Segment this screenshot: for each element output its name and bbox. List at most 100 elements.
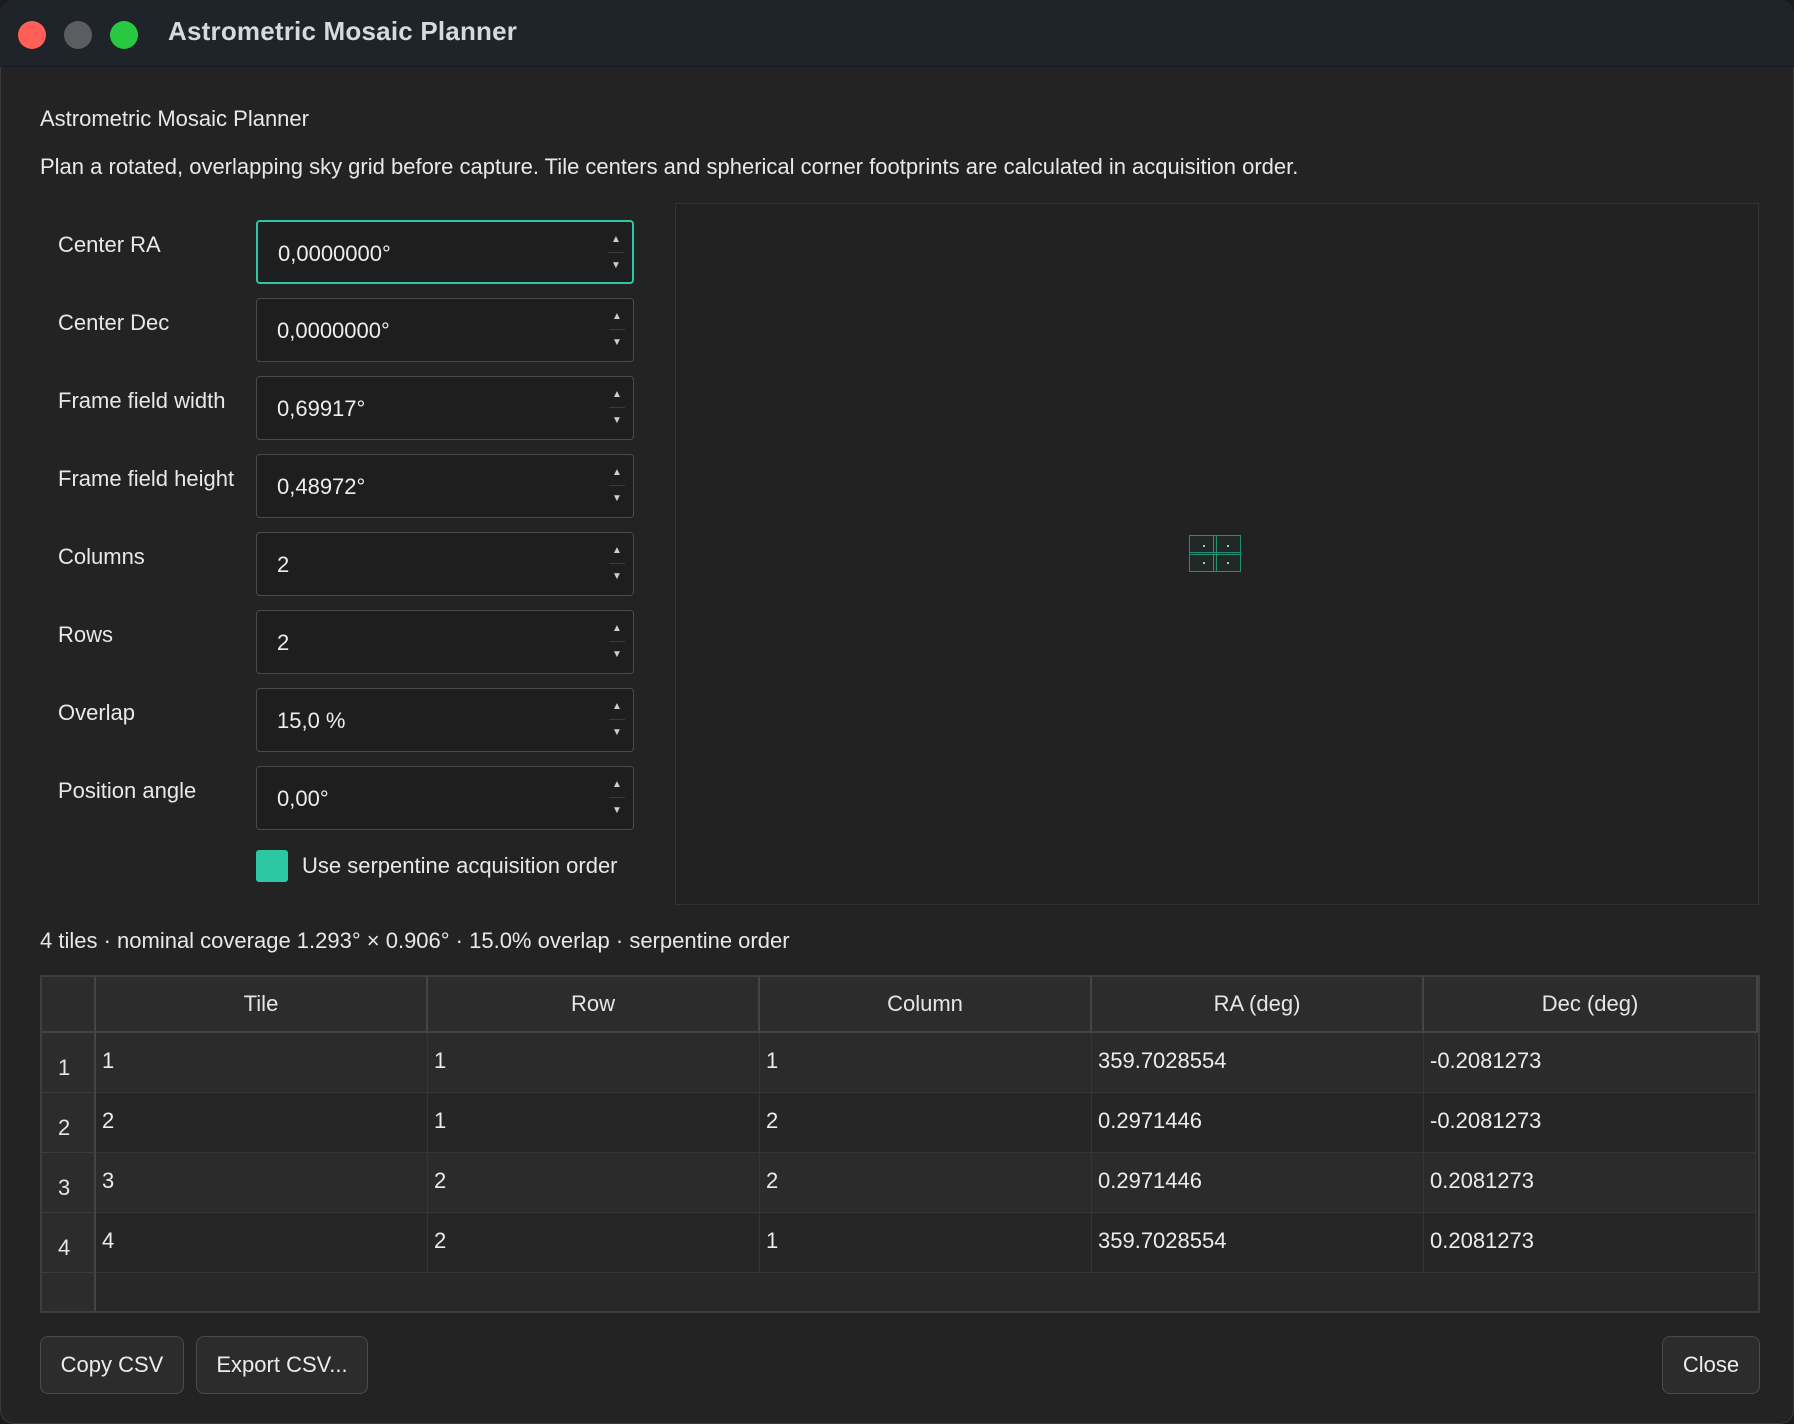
- table-row[interactable]: 1 1 1 359.7028554 -0.2081273: [96, 1033, 1756, 1093]
- table-row[interactable]: 2 1 2 0.2971446 -0.2081273: [96, 1093, 1756, 1153]
- cell-row[interactable]: 1: [428, 1093, 760, 1153]
- row-header[interactable]: 2: [42, 1093, 96, 1153]
- row-header[interactable]: 3: [42, 1153, 96, 1213]
- decrement-arrow-icon[interactable]: ▼: [607, 565, 627, 589]
- cell-dec[interactable]: 0.2081273: [1424, 1153, 1756, 1213]
- stepper-divider: [608, 252, 624, 253]
- cell-column[interactable]: 2: [760, 1093, 1092, 1153]
- cell-ra[interactable]: 0.2971446: [1092, 1093, 1424, 1153]
- increment-arrow-icon[interactable]: ▲: [606, 228, 626, 252]
- cell-dec[interactable]: -0.2081273: [1424, 1033, 1756, 1093]
- decrement-arrow-icon[interactable]: ▼: [607, 643, 627, 667]
- cell-tile[interactable]: 2: [96, 1093, 428, 1153]
- frame-height-spinbox[interactable]: 0,48972° ▲ ▼: [256, 454, 634, 518]
- columns-label: Columns: [58, 544, 145, 569]
- position-angle-label: Position angle: [58, 778, 197, 803]
- row-header-label: 1: [58, 1055, 71, 1080]
- column-header-row[interactable]: Row: [428, 977, 760, 1033]
- column-header-tile[interactable]: Tile: [96, 977, 428, 1033]
- columns-spinbox[interactable]: 2 ▲ ▼: [256, 532, 634, 596]
- increment-arrow-icon[interactable]: ▲: [607, 305, 627, 329]
- tile-center-dot: [1203, 562, 1205, 564]
- cell-tile[interactable]: 1: [96, 1033, 428, 1093]
- frame-height-value[interactable]: 0,48972°: [277, 474, 365, 500]
- cell-ra[interactable]: 0.2971446: [1092, 1153, 1424, 1213]
- decrement-arrow-icon[interactable]: ▼: [607, 721, 627, 745]
- columns-stepper[interactable]: ▲ ▼: [607, 539, 627, 589]
- position-angle-value[interactable]: 0,00°: [277, 786, 329, 812]
- mosaic-preview-canvas[interactable]: [675, 203, 1759, 905]
- table-row[interactable]: 3 2 2 0.2971446 0.2081273: [96, 1153, 1756, 1213]
- center-dec-value[interactable]: 0,0000000°: [277, 318, 390, 344]
- cell-column[interactable]: 2: [760, 1153, 1092, 1213]
- preview-tile: [1213, 552, 1241, 572]
- row-header[interactable]: 1: [42, 1033, 96, 1093]
- overlap-stepper[interactable]: ▲ ▼: [607, 695, 627, 745]
- overlap-spinbox[interactable]: 15,0 % ▲ ▼: [256, 688, 634, 752]
- row-header-label: 4: [58, 1235, 71, 1260]
- increment-arrow-icon[interactable]: ▲: [607, 539, 627, 563]
- increment-arrow-icon[interactable]: ▲: [607, 773, 627, 797]
- decrement-arrow-icon[interactable]: ▼: [607, 409, 627, 433]
- column-header-column[interactable]: Column: [760, 977, 1092, 1033]
- decrement-arrow-icon[interactable]: ▼: [607, 331, 627, 355]
- minimize-window-button[interactable]: [64, 21, 92, 49]
- close-window-button[interactable]: [18, 21, 46, 49]
- serpentine-checkbox-label[interactable]: Use serpentine acquisition order: [302, 853, 618, 879]
- center-dec-spinbox[interactable]: 0,0000000° ▲ ▼: [256, 298, 634, 362]
- table-corner-button[interactable]: [42, 977, 96, 1033]
- rows-value[interactable]: 2: [277, 630, 289, 656]
- overlap-label: Overlap: [58, 700, 136, 725]
- increment-arrow-icon[interactable]: ▲: [607, 461, 627, 485]
- decrement-arrow-icon[interactable]: ▼: [606, 254, 626, 278]
- column-header-ra[interactable]: RA (deg): [1092, 977, 1424, 1033]
- table-row[interactable]: 4 2 1 359.7028554 0.2081273: [96, 1213, 1756, 1273]
- close-button[interactable]: Close: [1662, 1336, 1760, 1394]
- position-angle-spinbox[interactable]: 0,00° ▲ ▼: [256, 766, 634, 830]
- cell-dec[interactable]: 0.2081273: [1424, 1213, 1756, 1273]
- page-heading: Astrometric Mosaic Planner: [40, 106, 309, 131]
- columns-value[interactable]: 2: [277, 552, 289, 578]
- serpentine-checkbox[interactable]: [256, 850, 288, 882]
- tile-center-dot: [1227, 562, 1229, 564]
- center-ra-value[interactable]: 0,0000000°: [278, 241, 391, 267]
- row-header-empty: [42, 1273, 96, 1311]
- export-csv-button[interactable]: Export CSV...: [196, 1336, 368, 1394]
- cell-column[interactable]: 1: [760, 1213, 1092, 1273]
- decrement-arrow-icon[interactable]: ▼: [607, 799, 627, 823]
- frame-width-spinbox[interactable]: 0,69917° ▲ ▼: [256, 376, 634, 440]
- increment-arrow-icon[interactable]: ▲: [607, 383, 627, 407]
- window-title: Astrometric Mosaic Planner: [168, 16, 518, 46]
- cell-ra[interactable]: 359.7028554: [1092, 1213, 1424, 1273]
- increment-arrow-icon[interactable]: ▲: [607, 695, 627, 719]
- cell-dec[interactable]: -0.2081273: [1424, 1093, 1756, 1153]
- increment-arrow-icon[interactable]: ▲: [607, 617, 627, 641]
- overlap-value[interactable]: 15,0 %: [277, 708, 346, 734]
- position-angle-stepper[interactable]: ▲ ▼: [607, 773, 627, 823]
- zoom-window-button[interactable]: [110, 21, 138, 49]
- frame-height-stepper[interactable]: ▲ ▼: [607, 461, 627, 511]
- cell-tile[interactable]: 3: [96, 1153, 428, 1213]
- cell-row[interactable]: 1: [428, 1033, 760, 1093]
- center-dec-stepper[interactable]: ▲ ▼: [607, 305, 627, 355]
- cell-row[interactable]: 2: [428, 1213, 760, 1273]
- center-ra-stepper[interactable]: ▲ ▼: [606, 228, 626, 278]
- stepper-divider: [609, 563, 625, 564]
- row-header[interactable]: 4: [42, 1213, 96, 1273]
- center-dec-label: Center Dec: [58, 310, 170, 335]
- rows-stepper[interactable]: ▲ ▼: [607, 617, 627, 667]
- cell-ra[interactable]: 359.7028554: [1092, 1033, 1424, 1093]
- cell-row[interactable]: 2: [428, 1153, 760, 1213]
- tiles-table[interactable]: Tile Row Column RA (deg) Dec (deg) 1 2 3…: [40, 975, 1760, 1313]
- cell-column[interactable]: 1: [760, 1033, 1092, 1093]
- title-bar: Astrometric Mosaic Planner: [0, 0, 1794, 67]
- center-ra-spinbox[interactable]: 0,0000000° ▲ ▼: [256, 220, 634, 284]
- stepper-divider: [609, 485, 625, 486]
- frame-width-value[interactable]: 0,69917°: [277, 396, 365, 422]
- frame-width-stepper[interactable]: ▲ ▼: [607, 383, 627, 433]
- rows-spinbox[interactable]: 2 ▲ ▼: [256, 610, 634, 674]
- column-header-dec[interactable]: Dec (deg): [1424, 977, 1758, 1033]
- decrement-arrow-icon[interactable]: ▼: [607, 487, 627, 511]
- copy-csv-button[interactable]: Copy CSV: [40, 1336, 184, 1394]
- cell-tile[interactable]: 4: [96, 1213, 428, 1273]
